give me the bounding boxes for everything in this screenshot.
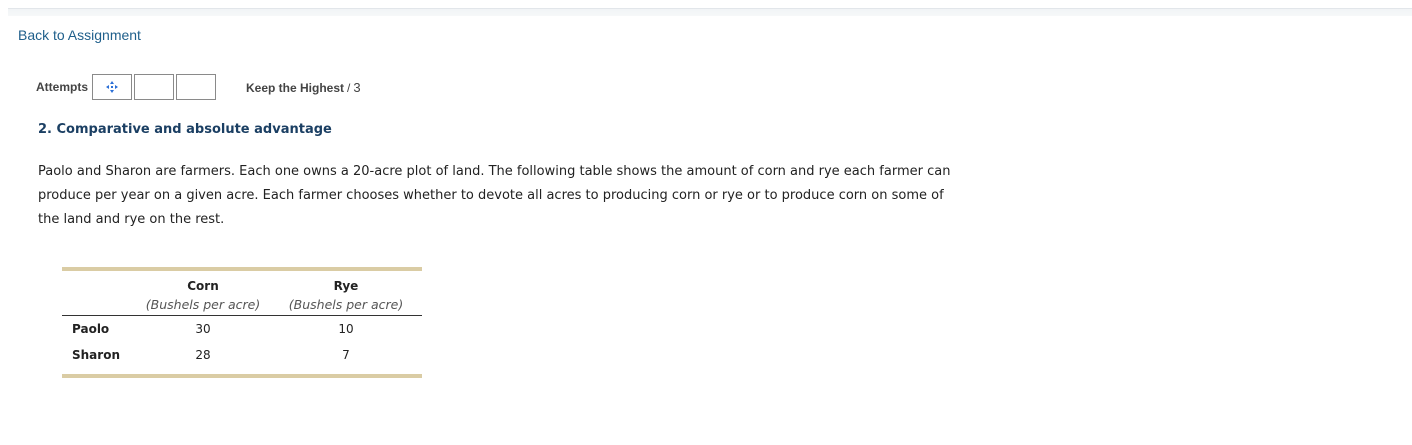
column-header-rye: Rye (333, 279, 359, 293)
move-arrows-icon (106, 81, 119, 93)
back-to-assignment-link[interactable]: Back to Assignment (18, 27, 141, 43)
keep-highest-info: Keep the Highest/3 (246, 80, 361, 95)
table-corner-cell (62, 271, 136, 293)
column-header-corn: Corn (187, 279, 219, 293)
column-unit-corn: (Bushels per acre) (136, 293, 270, 316)
column-unit-rye: (Bushels per acre) (270, 293, 422, 316)
cell-paolo-corn: 30 (195, 322, 211, 336)
row-label-paolo: Paolo (72, 322, 110, 336)
top-divider (8, 8, 1412, 16)
cell-sharon-rye: 7 (342, 348, 350, 362)
keep-highest-label: Keep the Highest (246, 81, 345, 95)
attempt-box-2[interactable] (134, 74, 175, 100)
cell-paolo-rye: 10 (338, 322, 354, 336)
production-table-grid: Corn Rye (Bushels per acre) (Bushels per… (62, 271, 422, 374)
question-text: Paolo and Sharon are farmers. Each one o… (38, 164, 951, 227)
attempts-label: Attempts (36, 80, 89, 94)
attempt-box-3[interactable] (176, 74, 217, 100)
attempt-box-1[interactable] (92, 74, 133, 100)
attempts-row: Attempts (36, 74, 217, 100)
attempt-boxes (92, 74, 217, 100)
table-row: Paolo 30 10 (62, 316, 422, 343)
cell-sharon-corn: 28 (195, 348, 211, 362)
keep-highest-separator: / (347, 81, 351, 95)
attempts-total: 3 (353, 80, 361, 95)
production-table: Corn Rye (Bushels per acre) (Bushels per… (62, 267, 422, 378)
table-unit-corner (62, 293, 136, 316)
table-unit-row: (Bushels per acre) (Bushels per acre) (62, 293, 422, 316)
question-title: 2. Comparative and absolute advantage (38, 122, 332, 137)
table-header-row: Corn Rye (62, 271, 422, 293)
table-row: Sharon 28 7 (62, 342, 422, 374)
row-label-sharon: Sharon (72, 348, 120, 362)
